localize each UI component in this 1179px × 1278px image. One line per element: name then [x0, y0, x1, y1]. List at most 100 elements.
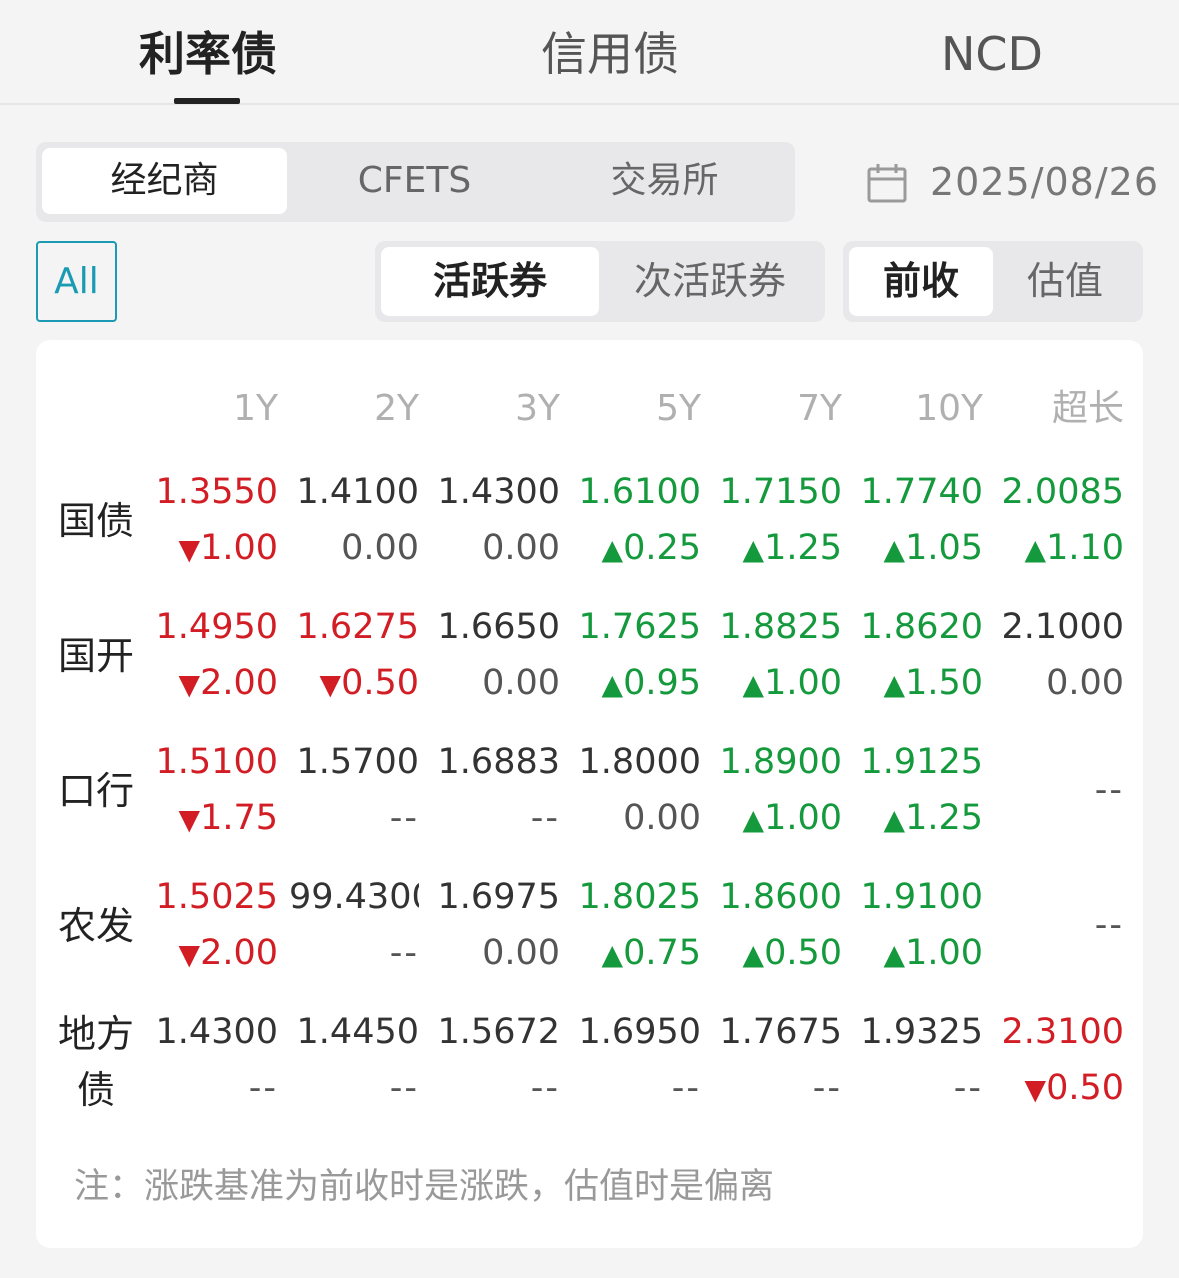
yield-value-1y[interactable]: 1.5100 — [148, 740, 278, 784]
tab-ncd[interactable]: NCD — [912, 24, 1072, 84]
yield-value-5y[interactable]: 1.7625 — [571, 605, 701, 649]
change-value-7y: -- — [712, 1066, 842, 1110]
yield-value-ultra-long[interactable]: 2.1000 — [994, 605, 1124, 649]
yield-value-ultra-long[interactable]: 2.0085 — [994, 470, 1124, 514]
change-value-3y: -- — [430, 1066, 560, 1110]
yield-value-3y[interactable]: 1.6650 — [430, 605, 560, 649]
col-header-1y: 1Y — [233, 388, 278, 429]
yield-value-5y[interactable]: 1.6100 — [571, 470, 701, 514]
triangle-down-icon: ▼ — [178, 803, 201, 836]
change-number: 1.10 — [1046, 528, 1124, 568]
change-value-1y: ▼1.00 — [148, 526, 278, 572]
yield-value-2y[interactable]: 1.6275 — [289, 605, 419, 649]
yield-value-7y[interactable]: 1.8900 — [712, 740, 842, 784]
row-label: 国开 — [57, 634, 134, 678]
yield-value-3y[interactable]: 1.6975 — [430, 875, 560, 919]
yield-value-2y[interactable]: 1.4100 — [289, 470, 419, 514]
top-tab-bar: 利率债 信用债 NCD — [0, 0, 1179, 105]
yield-value-1y[interactable]: 1.4300 — [148, 1010, 278, 1054]
col-header-10y: 10Y — [915, 388, 983, 429]
change-number: 0.50 — [341, 663, 419, 703]
triangle-up-icon: ▲ — [883, 668, 906, 701]
change-number: 1.25 — [905, 798, 983, 838]
triangle-down-icon: ▼ — [178, 533, 201, 566]
active-tab-indicator — [174, 98, 240, 104]
change-number: 0.50 — [764, 933, 842, 973]
no-data-dash: -- — [530, 1068, 560, 1108]
triangle-up-icon: ▲ — [601, 938, 624, 971]
yield-value-7y[interactable]: 1.7675 — [712, 1010, 842, 1054]
triangle-up-icon: ▲ — [742, 803, 765, 836]
tab-credit-bonds[interactable]: 信用债 — [522, 24, 698, 84]
change-value-7y: ▲1.00 — [712, 796, 842, 842]
tab-valuation[interactable]: 估值 — [993, 247, 1137, 316]
tab-sub-active-bonds[interactable]: 次活跃券 — [601, 247, 819, 316]
yield-value-ultra-long[interactable]: 2.3100 — [994, 1010, 1124, 1054]
change-value-2y: -- — [289, 1066, 419, 1110]
change-value-3y: 0.00 — [430, 526, 560, 570]
change-value-7y: ▲1.00 — [712, 661, 842, 707]
yield-value-3y[interactable]: 1.4300 — [430, 470, 560, 514]
yield-value-5y[interactable]: 1.8025 — [571, 875, 701, 919]
no-data-dash: -- — [389, 798, 419, 838]
yield-value-10y[interactable]: 1.9100 — [853, 875, 983, 919]
yield-value-2y[interactable]: 99.4300 — [289, 875, 419, 919]
change-value-5y: -- — [571, 1066, 701, 1110]
change-number: 0.50 — [1046, 1068, 1124, 1108]
change-value-10y: -- — [853, 1066, 983, 1110]
yield-value-3y[interactable]: 1.6883 — [430, 740, 560, 784]
yield-value-10y[interactable]: 1.8620 — [853, 605, 983, 649]
source-exchange[interactable]: 交易所 — [542, 148, 787, 214]
change-number: 1.50 — [905, 663, 983, 703]
change-value-5y: ▲0.95 — [571, 661, 701, 707]
tab-prev-close[interactable]: 前收 — [849, 247, 993, 316]
change-number: 0.00 — [1046, 663, 1124, 703]
change-value-1y: ▼2.00 — [148, 661, 278, 707]
col-header-ultra-long: 超长 — [1051, 388, 1124, 429]
yield-value-7y[interactable]: 1.7150 — [712, 470, 842, 514]
yield-value-2y[interactable]: 1.5700 — [289, 740, 419, 784]
change-number: 1.25 — [764, 528, 842, 568]
triangle-up-icon: ▲ — [601, 533, 624, 566]
col-header-3y: 3Y — [515, 388, 560, 429]
yield-value-7y[interactable]: 1.8600 — [712, 875, 842, 919]
calendar-icon — [867, 164, 907, 203]
triangle-down-icon: ▼ — [178, 668, 201, 701]
all-filter-button[interactable]: All — [36, 241, 117, 322]
change-value-10y: ▲1.25 — [853, 796, 983, 842]
yield-value-10y[interactable]: 1.9325 — [853, 1010, 983, 1054]
change-value-7y: ▲1.25 — [712, 526, 842, 572]
triangle-up-icon: ▲ — [883, 533, 906, 566]
yield-value-10y[interactable]: 1.9125 — [853, 740, 983, 784]
date-text: 2025/08/26 — [930, 160, 1160, 204]
triangle-down-icon: ▼ — [319, 668, 342, 701]
tab-rate-bonds[interactable]: 利率债 — [120, 24, 296, 84]
triangle-up-icon: ▲ — [742, 938, 765, 971]
change-value-3y: 0.00 — [430, 931, 560, 975]
no-data-dash: -- — [389, 1068, 419, 1108]
change-number: 0.25 — [623, 528, 701, 568]
change-number: 0.00 — [482, 933, 560, 973]
yield-value-1y[interactable]: 1.4950 — [148, 605, 278, 649]
yield-value-5y[interactable]: 1.8000 — [571, 740, 701, 784]
yield-value-5y[interactable]: 1.6950 — [571, 1010, 701, 1054]
yield-value-1y[interactable]: 1.3550 — [148, 470, 278, 514]
yield-value-2y[interactable]: 1.4450 — [289, 1010, 419, 1054]
yield-value-10y[interactable]: 1.7740 — [853, 470, 983, 514]
activity-selector: 活跃券 次活跃券 — [375, 241, 825, 322]
yield-value-1y[interactable]: 1.5025 — [148, 875, 278, 919]
yield-value-3y[interactable]: 1.5672 — [430, 1010, 560, 1054]
change-value-10y: ▲1.05 — [853, 526, 983, 572]
yield-value-7y[interactable]: 1.8825 — [712, 605, 842, 649]
change-value-2y: ▼0.50 — [289, 661, 419, 707]
basis-selector: 前收 估值 — [843, 241, 1143, 322]
col-header-7y: 7Y — [797, 388, 842, 429]
change-number: 0.00 — [482, 663, 560, 703]
change-value-1y: ▼2.00 — [148, 931, 278, 977]
source-broker[interactable]: 经纪商 — [42, 148, 287, 214]
triangle-up-icon: ▲ — [883, 938, 906, 971]
tab-active-bonds[interactable]: 活跃券 — [381, 247, 599, 316]
triangle-up-icon: ▲ — [883, 803, 906, 836]
source-cfets[interactable]: CFETS — [292, 148, 537, 214]
no-data-dash: -- — [812, 1068, 842, 1108]
